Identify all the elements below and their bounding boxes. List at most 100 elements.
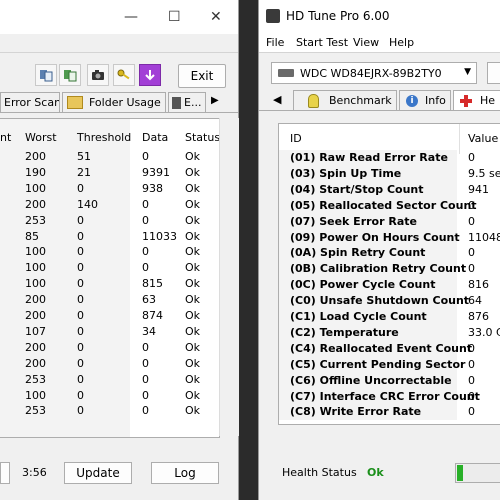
table-row[interactable]: (C7) Interface CRC Error Count 0 — [279, 388, 500, 405]
cell-threshold: 0 — [77, 404, 84, 418]
col-header-threshold[interactable]: Threshold — [77, 131, 131, 144]
table-row[interactable]: (09) Power On Hours Count 11048 — [279, 229, 500, 246]
right-titlebar: HD Tune Pro 6.00 — [259, 0, 500, 34]
cell-worst: 253 — [25, 372, 46, 386]
attribute-value: 9.5 sec — [468, 166, 500, 180]
drive-side-button[interactable] — [487, 62, 500, 84]
cell-status: Ok — [185, 261, 201, 275]
table-row[interactable]: 190 21 9391 Ok — [0, 165, 219, 181]
update-button[interactable]: Update — [64, 462, 132, 484]
table-row[interactable]: (C4) Reallocated Event Count 0 — [279, 340, 500, 357]
col-header-current[interactable]: nt — [0, 131, 11, 144]
menu-help[interactable]: Help — [389, 36, 414, 49]
table-row[interactable]: 200 140 0 Ok — [0, 197, 219, 213]
left-tab-row: Error Scan Folder Usage E... ▶ — [0, 92, 238, 112]
cell-worst: 200 — [25, 150, 46, 163]
attribute-name: (C5) Current Pending Sector — [290, 357, 466, 371]
table-row[interactable]: 100 0 0 Ok — [0, 388, 219, 404]
table-row[interactable]: (01) Raw Read Error Rate 0 — [279, 150, 500, 166]
minimize-icon[interactable]: — — [124, 9, 138, 25]
cell-status: Ok — [185, 388, 201, 402]
close-icon[interactable]: ✕ — [210, 9, 222, 25]
attribute-value: 0 — [468, 357, 475, 371]
copy-all-icon[interactable] — [59, 64, 81, 86]
table-row[interactable]: 200 0 63 Ok — [0, 292, 219, 308]
attribute-name: (09) Power On Hours Count — [290, 230, 460, 244]
camera-icon[interactable] — [87, 64, 109, 86]
cell-data: 815 — [142, 277, 163, 291]
table-row[interactable]: (C1) Load Cycle Count 876 — [279, 309, 500, 325]
menu-file[interactable]: File — [266, 36, 284, 49]
tab-health[interactable]: He — [453, 90, 500, 110]
table-row[interactable]: 200 0 0 Ok — [0, 340, 219, 356]
tab-scroll-left-icon[interactable]: ◀ — [273, 93, 281, 106]
cell-data: 0 — [142, 197, 149, 211]
table-row[interactable]: (07) Seek Error Rate 0 — [279, 213, 500, 230]
table-row[interactable]: (04) Start/Stop Count 941 — [279, 181, 500, 198]
col-header-data[interactable]: Data — [142, 131, 168, 144]
tab-error-scan[interactable]: Error Scan — [0, 92, 60, 112]
table-row[interactable]: (0C) Power Cycle Count 816 — [279, 277, 500, 294]
cell-status: Ok — [185, 324, 201, 338]
table-row[interactable]: 200 51 0 Ok — [0, 149, 219, 165]
tab-scroll-right-icon[interactable]: ▶ — [211, 95, 219, 106]
col-header-value[interactable]: Value — [468, 132, 498, 145]
col-header-status[interactable]: Status — [185, 131, 219, 144]
table-row[interactable]: 107 0 34 Ok — [0, 324, 219, 340]
table-row[interactable]: 253 0 0 Ok — [0, 403, 219, 419]
copy-icon[interactable] — [35, 64, 57, 86]
table-row[interactable]: (C5) Current Pending Sector 0 — [279, 356, 500, 373]
attribute-name: (C8) Write Error Rate — [290, 405, 422, 419]
cell-data: 63 — [142, 293, 156, 307]
table-row[interactable]: 253 0 0 Ok — [0, 372, 219, 388]
table-row[interactable]: (C6) Offline Uncorrectable 0 — [279, 372, 500, 389]
download-icon[interactable] — [139, 64, 161, 86]
tab-info[interactable]: i Info — [399, 90, 451, 110]
table-row[interactable]: (0A) Spin Retry Count 0 — [279, 245, 500, 262]
cell-threshold: 0 — [77, 261, 84, 275]
table-row[interactable]: 85 0 11033 Ok — [0, 229, 219, 245]
drive-select[interactable]: WDC WD84EJRX-89B2TY0 ▼ — [271, 62, 477, 84]
cell-data: 0 — [142, 388, 149, 402]
tab-erase[interactable]: E... — [168, 92, 206, 112]
attribute-value: 0 — [468, 214, 475, 228]
table-row[interactable]: 200 0 874 Ok — [0, 308, 219, 324]
table-row[interactable]: (C8) Write Error Rate 0 — [279, 404, 500, 421]
menu-start-test[interactable]: Start Test — [296, 36, 348, 49]
col-header-worst[interactable]: Worst — [25, 131, 57, 144]
menu-divider — [259, 52, 500, 53]
cell-status: Ok — [185, 309, 201, 322]
table-row[interactable]: (C0) Unsafe Shutdown Count 64 — [279, 293, 500, 310]
table-row[interactable]: 253 0 0 Ok — [0, 213, 219, 229]
table-row[interactable]: 100 0 0 Ok — [0, 244, 219, 260]
log-button[interactable]: Log — [151, 462, 219, 484]
key-icon[interactable] — [113, 64, 135, 86]
table-row[interactable]: 100 0 938 Ok — [0, 181, 219, 197]
cell-worst: 190 — [25, 165, 46, 179]
exit-button[interactable]: Exit — [178, 64, 226, 88]
table-row[interactable]: 200 0 0 Ok — [0, 356, 219, 372]
table-row[interactable]: (05) Reallocated Sector Count 0 — [279, 197, 500, 214]
cell-threshold: 51 — [77, 150, 91, 163]
left-titlebar: — ☐ ✕ — [0, 0, 238, 34]
maximize-icon[interactable]: ☐ — [168, 9, 181, 25]
cell-threshold: 0 — [77, 356, 84, 370]
table-row[interactable]: (03) Spin Up Time 9.5 sec — [279, 165, 500, 182]
table-row[interactable]: 100 0 0 Ok — [0, 260, 219, 276]
left-scrollbar[interactable] — [219, 118, 239, 436]
tab-folder-usage[interactable]: Folder Usage — [62, 92, 166, 112]
cell-threshold: 0 — [77, 277, 84, 291]
attribute-value: 0 — [468, 405, 475, 419]
menu-view[interactable]: View — [353, 36, 379, 49]
app-icon — [266, 9, 280, 23]
table-row[interactable]: 100 0 815 Ok — [0, 276, 219, 292]
cell-data: 9391 — [142, 165, 170, 179]
table-row[interactable]: (C2) Temperature 33.0 C — [279, 324, 500, 341]
col-header-id[interactable]: ID — [290, 132, 302, 145]
table-row[interactable]: (0B) Calibration Retry Count 0 — [279, 261, 500, 278]
attribute-value: 64 — [468, 294, 482, 308]
tab-benchmark[interactable]: Benchmark — [293, 90, 397, 110]
cell-data: 0 — [142, 213, 149, 227]
cell-threshold: 0 — [77, 388, 84, 402]
cell-threshold: 0 — [77, 372, 84, 386]
